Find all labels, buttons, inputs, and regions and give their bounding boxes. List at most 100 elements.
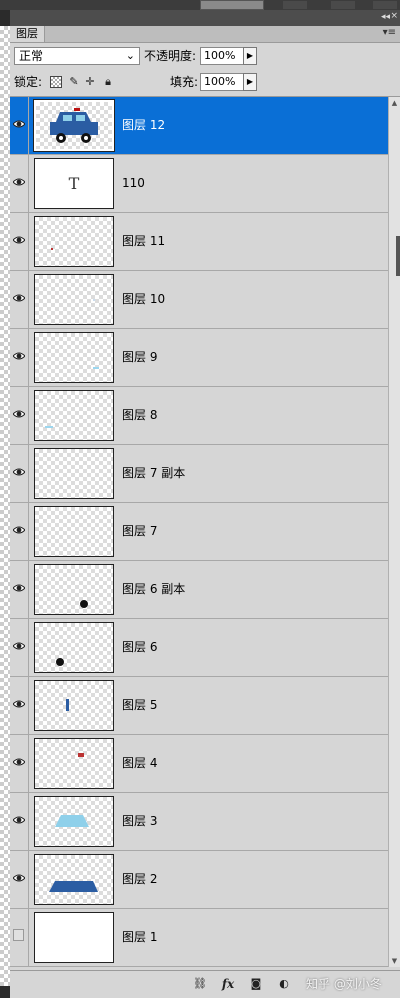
layer-name[interactable]: 110	[122, 155, 145, 212]
visibility-toggle[interactable]	[10, 619, 29, 676]
layer-row[interactable]: 图层 6	[10, 619, 388, 677]
close-panel-icon[interactable]: ×	[390, 11, 398, 21]
layer-name[interactable]: 图层 6 副本	[122, 561, 185, 618]
layer-row[interactable]: 图层 9	[10, 329, 388, 387]
workspace-tab[interactable]	[372, 0, 398, 10]
eye-icon[interactable]	[12, 524, 26, 536]
layer-thumbnail[interactable]	[34, 506, 114, 557]
eye-icon[interactable]	[12, 118, 26, 130]
visibility-toggle[interactable]	[10, 503, 29, 560]
eye-icon[interactable]	[12, 408, 26, 420]
layer-thumbnail[interactable]	[34, 564, 114, 615]
eye-icon[interactable]	[12, 814, 26, 826]
layer-thumbnail[interactable]	[34, 854, 114, 905]
layer-row[interactable]: 图层 8	[10, 387, 388, 445]
add-mask-icon[interactable]: ◙	[248, 977, 264, 991]
opacity-slider-button[interactable]: ▶	[243, 47, 257, 65]
layer-row[interactable]: 图层 1	[10, 909, 388, 967]
visibility-toggle[interactable]	[10, 271, 29, 328]
layer-name[interactable]: 图层 7	[122, 503, 157, 560]
collapse-panel-icon[interactable]: ◂◂	[381, 12, 390, 22]
layer-name[interactable]: 图层 9	[122, 329, 157, 386]
layer-thumbnail[interactable]	[34, 448, 114, 499]
lock-position-icon[interactable]: ✛	[84, 76, 96, 88]
layer-name[interactable]: 图层 2	[122, 851, 157, 908]
layer-row[interactable]: 图层 11	[10, 213, 388, 271]
visibility-toggle[interactable]	[10, 677, 29, 734]
eye-icon[interactable]	[12, 756, 26, 768]
layer-thumbnail[interactable]	[34, 912, 114, 963]
panel-menu-icon[interactable]: ▾≡	[383, 27, 396, 38]
layer-name[interactable]: 图层 7 副本	[122, 445, 185, 502]
layer-thumbnail[interactable]: T	[34, 158, 114, 209]
layer-name[interactable]: 图层 12	[122, 97, 165, 154]
layer-row[interactable]: 图层 7 副本	[10, 445, 388, 503]
layer-row[interactable]: 图层 3	[10, 793, 388, 851]
layer-thumbnail[interactable]	[34, 738, 114, 789]
layer-thumbnail[interactable]	[34, 796, 114, 847]
eye-icon[interactable]	[12, 176, 26, 188]
layer-name[interactable]: 图层 11	[122, 213, 165, 270]
layer-name[interactable]: 图层 1	[122, 909, 157, 966]
layer-style-fx-icon[interactable]: fx	[220, 977, 236, 991]
layer-thumbnail[interactable]	[34, 622, 114, 673]
scroll-up-icon[interactable]: ▲	[390, 98, 399, 108]
eye-icon[interactable]	[12, 350, 26, 362]
eye-icon[interactable]	[12, 466, 26, 478]
layer-name[interactable]: 图层 10	[122, 271, 165, 328]
eye-hidden-icon[interactable]	[13, 929, 24, 941]
visibility-toggle[interactable]	[10, 155, 29, 212]
lock-all-icon[interactable]: 🔒︎	[102, 76, 114, 88]
layer-thumbnail[interactable]	[33, 99, 115, 152]
layer-thumbnail[interactable]	[34, 680, 114, 731]
eye-icon[interactable]	[12, 872, 26, 884]
lock-transparent-pixels-icon[interactable]	[50, 76, 62, 88]
visibility-toggle[interactable]	[10, 445, 29, 502]
opacity-input[interactable]: 100%	[200, 47, 244, 65]
layer-name[interactable]: 图层 5	[122, 677, 157, 734]
layer-thumbnail[interactable]	[34, 216, 114, 267]
workspace-tab[interactable]	[330, 0, 356, 10]
layer-row[interactable]: 图层 2	[10, 851, 388, 909]
visibility-toggle[interactable]	[10, 851, 29, 908]
visibility-toggle[interactable]	[10, 793, 29, 850]
layer-row[interactable]: 图层 5	[10, 677, 388, 735]
eye-icon[interactable]	[12, 234, 26, 246]
blend-mode-select[interactable]: 正常 ⌄	[14, 47, 140, 65]
visibility-toggle[interactable]	[10, 97, 29, 154]
layer-list-scrollbar[interactable]: ▲ ▼	[388, 97, 400, 967]
visibility-toggle[interactable]	[10, 387, 29, 444]
layer-thumbnail[interactable]	[34, 274, 114, 325]
tab-layers[interactable]: 图层	[10, 26, 45, 42]
scroll-down-icon[interactable]: ▼	[390, 956, 399, 966]
workspace-switcher[interactable]	[200, 0, 264, 10]
layer-row[interactable]: 图层 4	[10, 735, 388, 793]
eye-icon[interactable]	[12, 640, 26, 652]
visibility-toggle[interactable]	[10, 735, 29, 792]
layer-thumbnail[interactable]	[34, 390, 114, 441]
layer-row[interactable]: 图层 7	[10, 503, 388, 561]
adjustment-layer-icon[interactable]: ◐	[276, 977, 292, 991]
layer-row[interactable]: T 110	[10, 155, 388, 213]
eye-icon[interactable]	[12, 292, 26, 304]
layer-row[interactable]: 图层 6 副本	[10, 561, 388, 619]
layer-name[interactable]: 图层 4	[122, 735, 157, 792]
fill-input[interactable]: 100%	[200, 73, 244, 91]
layer-name[interactable]: 图层 3	[122, 793, 157, 850]
visibility-toggle[interactable]	[10, 213, 29, 270]
link-layers-icon[interactable]: ⛓︎	[192, 977, 208, 991]
layer-thumbnail[interactable]	[34, 332, 114, 383]
blend-mode-value: 正常	[19, 49, 44, 63]
lock-image-pixels-icon[interactable]: ✎	[68, 76, 80, 88]
eye-icon[interactable]	[12, 698, 26, 710]
layer-row[interactable]: 图层 10	[10, 271, 388, 329]
visibility-toggle[interactable]	[10, 909, 29, 966]
workspace-tab[interactable]	[282, 0, 308, 10]
eye-icon[interactable]	[12, 582, 26, 594]
fill-slider-button[interactable]: ▶	[243, 73, 257, 91]
visibility-toggle[interactable]	[10, 329, 29, 386]
layer-row[interactable]: 图层 12	[10, 97, 388, 155]
layer-name[interactable]: 图层 8	[122, 387, 157, 444]
visibility-toggle[interactable]	[10, 561, 29, 618]
layer-name[interactable]: 图层 6	[122, 619, 157, 676]
